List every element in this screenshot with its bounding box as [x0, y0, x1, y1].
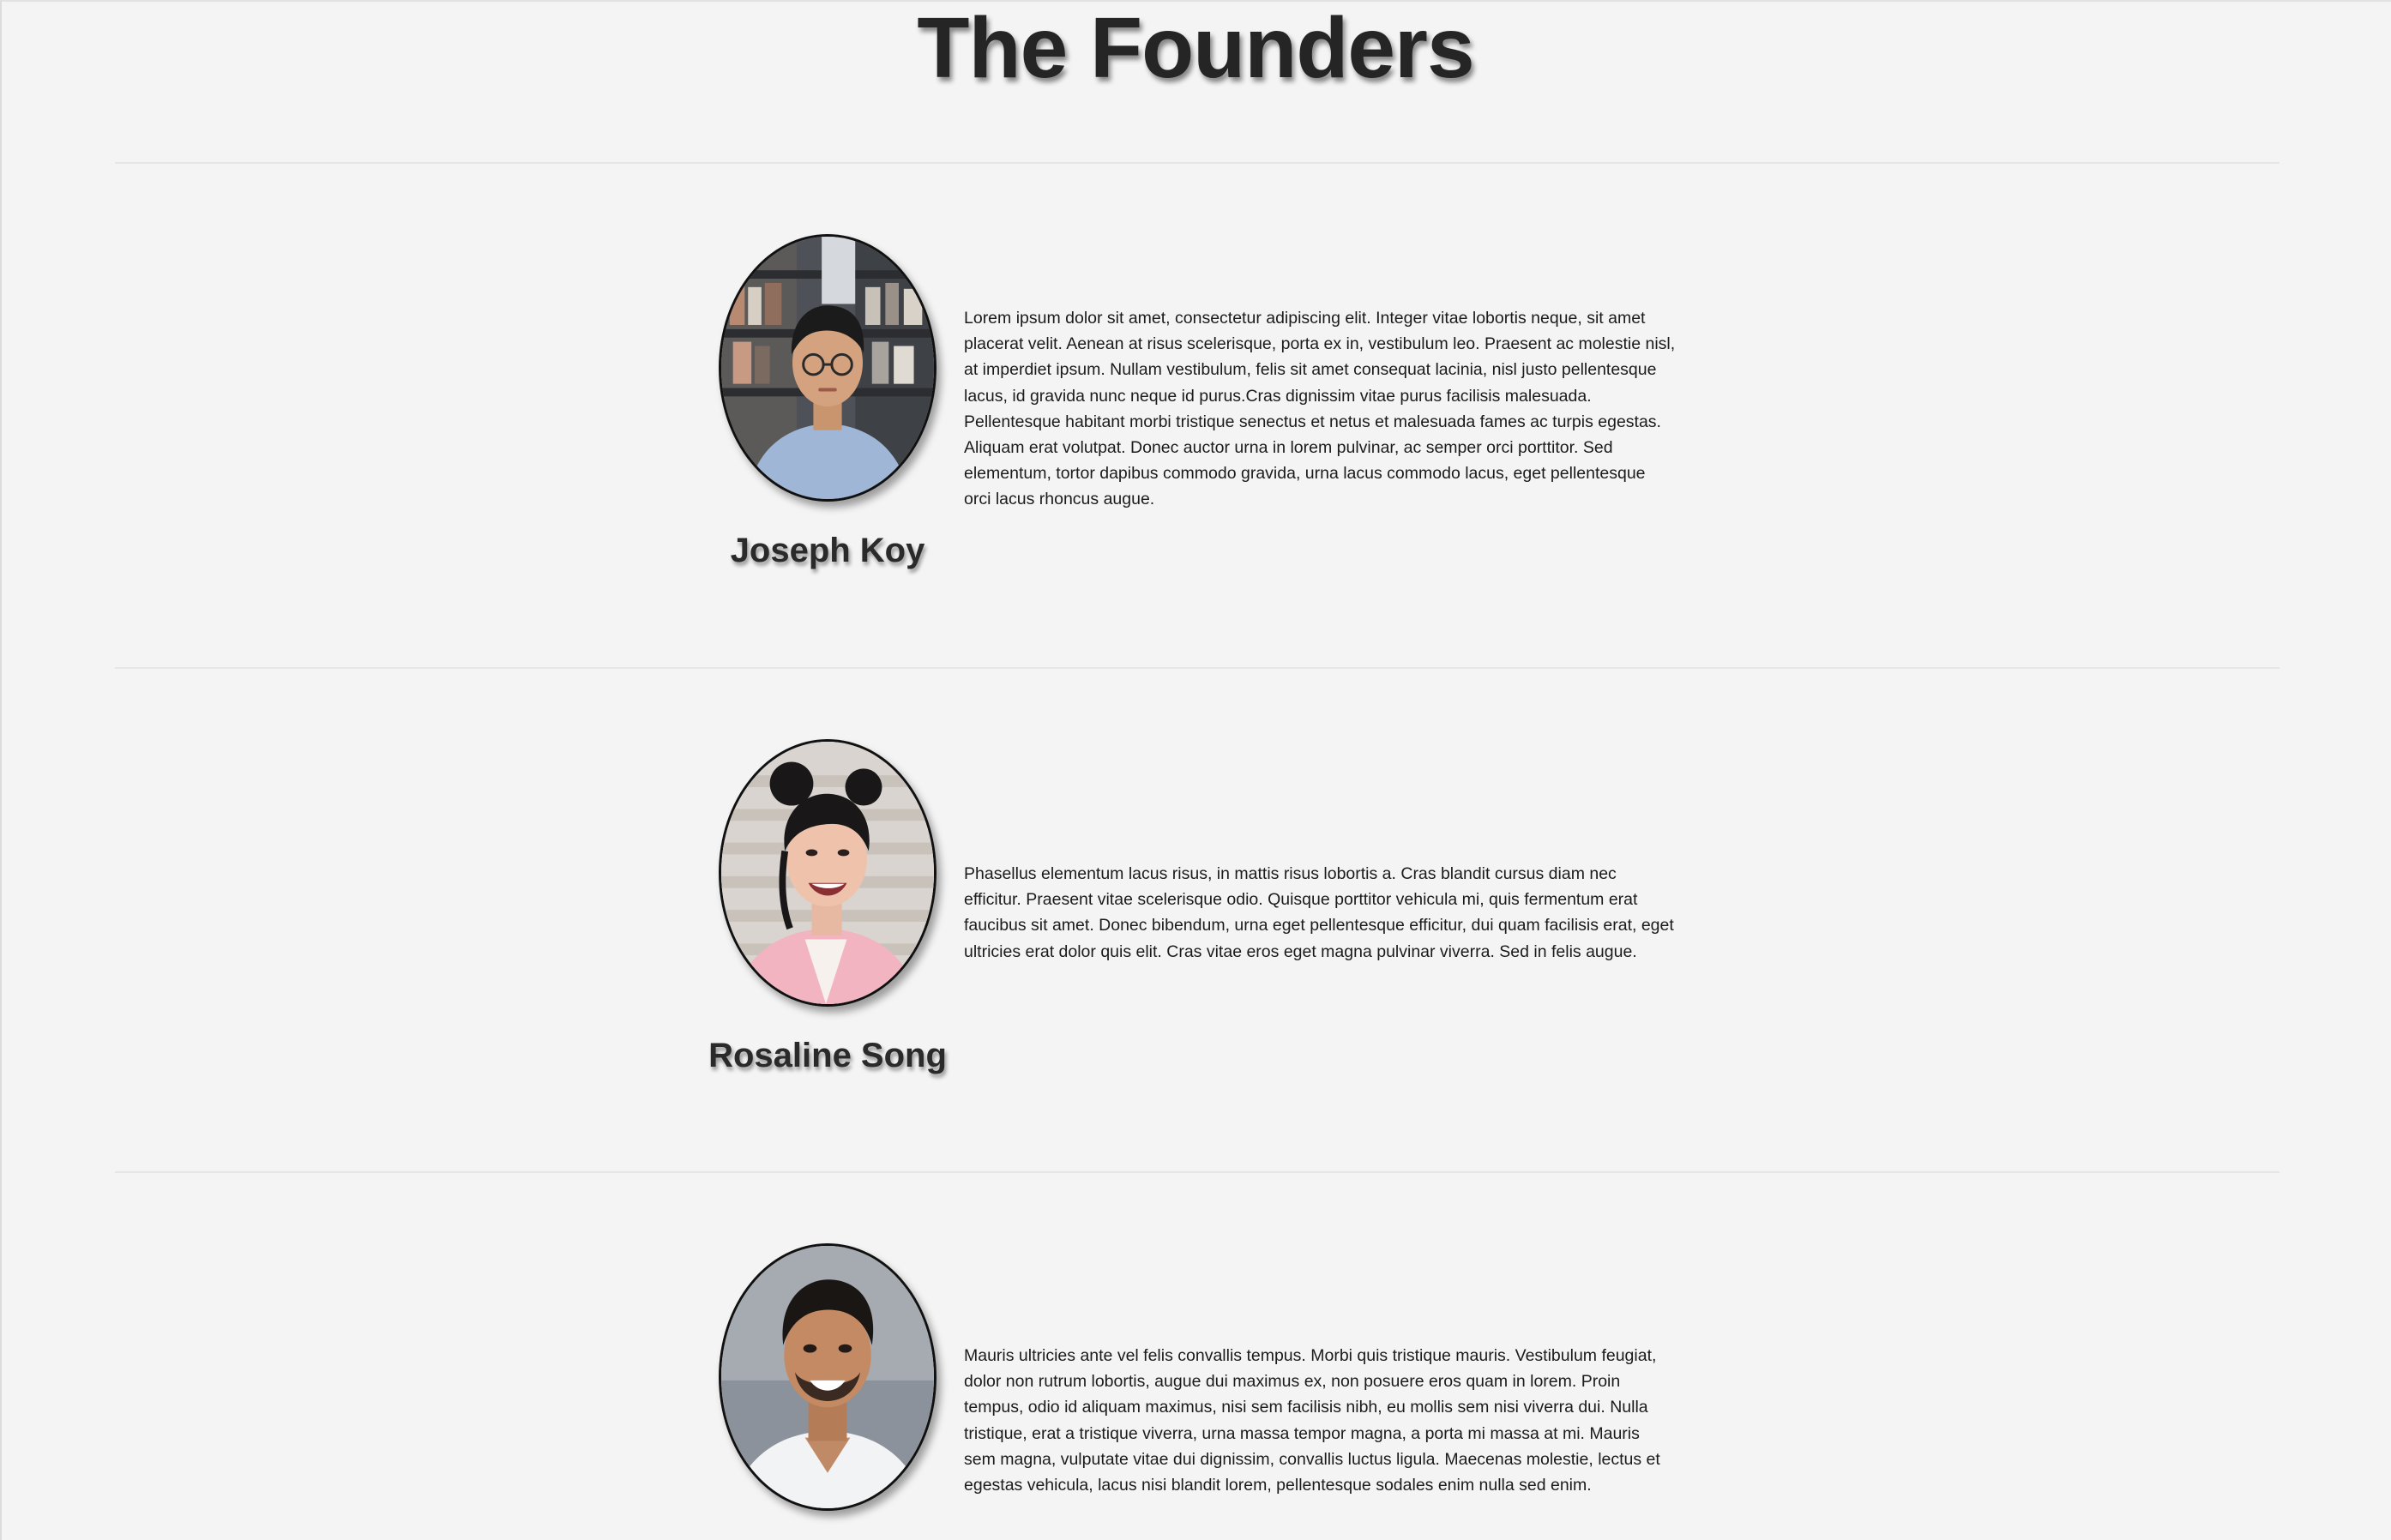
- founder-bio: Lorem ipsum dolor sit amet, consectetur …: [964, 309, 1676, 509]
- founder-bio: Mauris ultricies ante vel felis convalli…: [964, 1346, 1660, 1495]
- founder-portrait-third-icon: [721, 1246, 934, 1508]
- founder-card-joseph: Joseph Koy Lorem ipsum dolor sit amet, c…: [0, 163, 2391, 569]
- founder-photo: [719, 234, 937, 502]
- founder-portrait-rosaline-icon: [721, 742, 934, 1004]
- founder-name: Joseph Koy: [730, 532, 925, 569]
- founder-card-third: Mauris ultricies ante vel felis convalli…: [0, 1172, 2391, 1515]
- founder-photo: [719, 1243, 937, 1511]
- founder-bio: Phasellus elementum lacus risus, in matt…: [964, 864, 1674, 961]
- founder-portrait-joseph-icon: [721, 237, 934, 499]
- founder-name: Rosaline Song: [708, 1037, 947, 1074]
- founder-card-rosaline: Rosaline Song Phasellus elementum lacus …: [0, 668, 2391, 1074]
- page-title: The Founders: [917, 0, 1474, 96]
- founder-photo: [719, 739, 937, 1007]
